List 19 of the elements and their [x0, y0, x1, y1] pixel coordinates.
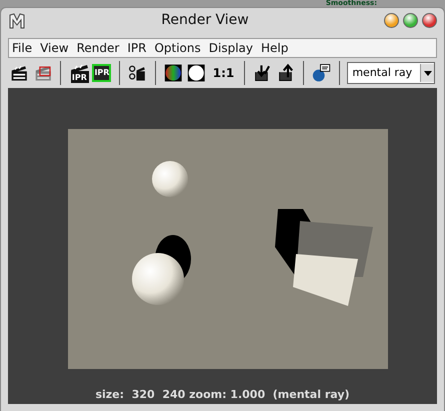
menu-item[interactable]: IPR [127, 39, 146, 57]
maximize-button[interactable] [403, 13, 418, 28]
close-button[interactable] [422, 13, 437, 28]
app-logo-icon [8, 12, 26, 30]
menu-item[interactable]: File [12, 39, 32, 57]
menu-item[interactable]: View [40, 39, 69, 57]
color-channels-icon[interactable] [164, 62, 182, 84]
window-title: Render View [160, 11, 250, 30]
menu-item[interactable]: Options [154, 39, 201, 57]
status-text: size: 320 240 zoom: 1.000 (mental ray) [95, 387, 350, 403]
alpha-channel-icon[interactable] [187, 62, 206, 84]
up-arrow-tray-icon[interactable] [276, 62, 296, 84]
minimize-button[interactable] [384, 13, 399, 28]
menu-item[interactable]: Help [260, 39, 288, 57]
real-size-button[interactable]: 1:1 [210, 64, 236, 82]
renderer-dropdown[interactable]: mental ray [347, 62, 436, 84]
menu-item[interactable]: Display [208, 39, 253, 57]
menu-item[interactable]: Render [76, 39, 120, 57]
render-log-icon[interactable] [312, 62, 330, 84]
